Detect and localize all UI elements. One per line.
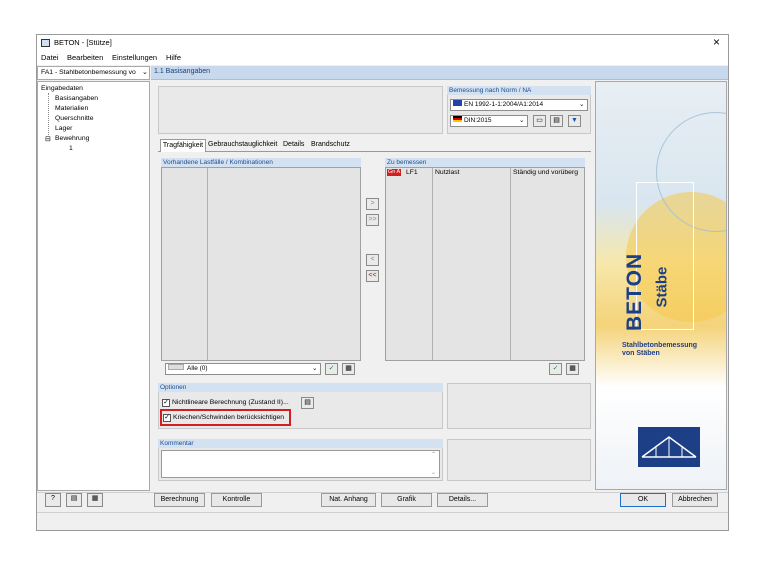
creep-label: Kriechen/Schwinden berücksichtigen xyxy=(173,414,285,421)
brand-panel: BETON Stäbe Stahlbetonbemessung von Stäb… xyxy=(595,81,727,490)
move-all-right-button[interactable]: >> xyxy=(366,214,379,226)
chevron-down-icon[interactable]: ⌄ xyxy=(312,364,317,374)
list-column-divider xyxy=(432,168,433,360)
panel-title: 1.1 Basisangaben xyxy=(154,68,211,75)
chevron-down-icon[interactable]: ⌄ xyxy=(579,100,584,110)
to-design-title: Zu bemessen xyxy=(385,158,585,167)
window-title: BETON - [Stütze] xyxy=(54,38,112,47)
norm-label: Bemessung nach Norm / NA xyxy=(447,86,591,95)
title-bar: BETON - [Stütze] × xyxy=(37,35,728,51)
tree-group-bewehrung[interactable]: Bewehrung xyxy=(55,135,89,142)
close-icon[interactable]: × xyxy=(713,35,720,49)
select-all-icon[interactable]: ✓ xyxy=(549,363,562,375)
load-case-badge: Gn A xyxy=(387,169,402,176)
nonlinear-checkbox[interactable]: ✓ xyxy=(162,399,170,407)
tree-item-lager[interactable]: Lager xyxy=(55,125,72,132)
move-right-button[interactable]: > xyxy=(366,198,379,210)
brand-logo xyxy=(638,427,700,467)
chevron-down-icon[interactable]: ⌄ xyxy=(142,68,148,76)
berechnung-button[interactable]: Berechnung xyxy=(154,493,205,507)
tree-expander-icon[interactable]: ⊟ xyxy=(45,135,51,143)
available-title: Vorhandene Lastfälle / Kombinationen xyxy=(161,158,361,167)
tree-item-querschnitte[interactable]: Querschnitte xyxy=(55,115,94,122)
load-case-id: LF1 xyxy=(406,169,418,176)
edit-icon[interactable]: ▤ xyxy=(550,115,563,127)
brand-desc-line2: von Stäben xyxy=(622,350,660,357)
nat-anhang-button[interactable]: Nat. Anhang xyxy=(321,493,376,507)
menu-datei[interactable]: Datei xyxy=(41,53,59,62)
list-column-divider xyxy=(207,168,208,360)
export-icon[interactable]: ▦ xyxy=(87,493,103,507)
to-design-list[interactable]: Gn A LF1 Nutzlast Ständig und vorüberg xyxy=(385,167,585,361)
menu-bar: Datei Bearbeiten Einstellungen Hilfe xyxy=(37,51,728,65)
tree-root[interactable]: Eingabedaten xyxy=(41,85,83,92)
available-list[interactable] xyxy=(161,167,361,361)
ok-button[interactable]: OK xyxy=(620,493,666,507)
abbrechen-button[interactable]: Abbrechen xyxy=(672,493,718,507)
tab-tragfaehigkeit[interactable]: Tragfähigkeit xyxy=(160,139,206,152)
comment-title: Kommentar xyxy=(158,439,443,448)
comment-aside xyxy=(447,439,591,481)
details-button[interactable]: Details... xyxy=(437,493,488,507)
kontrolle-button[interactable]: Kontrolle xyxy=(211,493,262,507)
app-icon xyxy=(41,39,50,47)
creep-checkbox[interactable]: ✓ xyxy=(163,414,171,422)
comment-input[interactable] xyxy=(161,450,440,478)
brand-title: BETON xyxy=(623,252,646,331)
navigator-tree: Eingabedaten Basisangaben Materialien Qu… xyxy=(37,81,150,491)
bridge-logo-icon xyxy=(641,436,697,458)
chevron-down-icon[interactable]: ⌄ xyxy=(519,116,524,126)
load-case-name: Nutzlast xyxy=(435,169,460,176)
status-bar xyxy=(37,512,728,530)
tree-line xyxy=(48,93,49,135)
brand-description: Stahlbetonbemessung von Stäben xyxy=(622,342,722,358)
settings-icon[interactable]: ▤ xyxy=(301,397,314,409)
eu-flag-icon xyxy=(453,100,462,106)
norm-standard-select[interactable]: EN 1992-1-1:2004/A1:2014 ⌄ xyxy=(450,99,588,111)
move-left-button[interactable]: < xyxy=(366,254,379,266)
main-window: BETON - [Stütze] × Datei Bearbeiten Eins… xyxy=(36,34,729,531)
brand-subtitle: Stäbe xyxy=(653,266,671,308)
options-title: Optionen xyxy=(158,383,443,392)
print-icon[interactable]: ▤ xyxy=(66,493,82,507)
filter-select[interactable]: Alle (0) ⌄ xyxy=(165,363,321,375)
grafik-button[interactable]: Grafik xyxy=(381,493,432,507)
table-row[interactable]: Gn A LF1 Nutzlast Ständig und vorüberg xyxy=(386,168,584,178)
folder-icon[interactable]: ▭ xyxy=(533,115,546,127)
tab-details[interactable]: Details xyxy=(283,141,304,148)
load-case-type: Ständig und vorüberg xyxy=(513,169,578,176)
nonlinear-label: Nichtlineare Berechnung (Zustand II)... xyxy=(172,399,289,406)
scroll-up-icon[interactable]: ⌃ xyxy=(431,451,436,458)
norm-annex-select[interactable]: DIN:2015 ⌄ xyxy=(450,115,528,127)
case-select[interactable]: FA1 - Stahlbetonbemessung vo ⌄ xyxy=(37,66,150,80)
move-all-left-button[interactable]: << xyxy=(366,270,379,282)
brand-desc-line1: Stahlbetonbemessung xyxy=(622,342,698,349)
grid-select-icon[interactable]: ▦ xyxy=(342,363,355,375)
options-aside xyxy=(447,383,591,429)
tab-brandschutz[interactable]: Brandschutz xyxy=(311,141,350,148)
menu-hilfe[interactable]: Hilfe xyxy=(166,53,181,62)
scroll-down-icon[interactable]: ⌄ xyxy=(431,469,436,476)
select-all-icon[interactable]: ✓ xyxy=(325,363,338,375)
help-icon[interactable]: ? xyxy=(45,493,61,507)
de-flag-icon xyxy=(453,116,462,122)
grid-select-icon[interactable]: ▦ xyxy=(566,363,579,375)
color-swatch-icon xyxy=(168,364,184,370)
description-area xyxy=(158,86,443,134)
panel-header: 1.1 Basisangaben xyxy=(151,66,728,80)
filter-icon[interactable]: ▼ xyxy=(568,115,581,127)
tab-gebrauchstauglichkeit[interactable]: Gebrauchstauglichkeit xyxy=(208,141,277,148)
tree-item-basisangaben[interactable]: Basisangaben xyxy=(55,95,98,102)
tree-subitem[interactable]: 1 xyxy=(69,145,73,152)
list-column-divider xyxy=(510,168,511,360)
menu-einstellungen[interactable]: Einstellungen xyxy=(112,53,157,62)
tree-item-materialien[interactable]: Materialien xyxy=(55,105,88,112)
menu-bearbeiten[interactable]: Bearbeiten xyxy=(67,53,103,62)
